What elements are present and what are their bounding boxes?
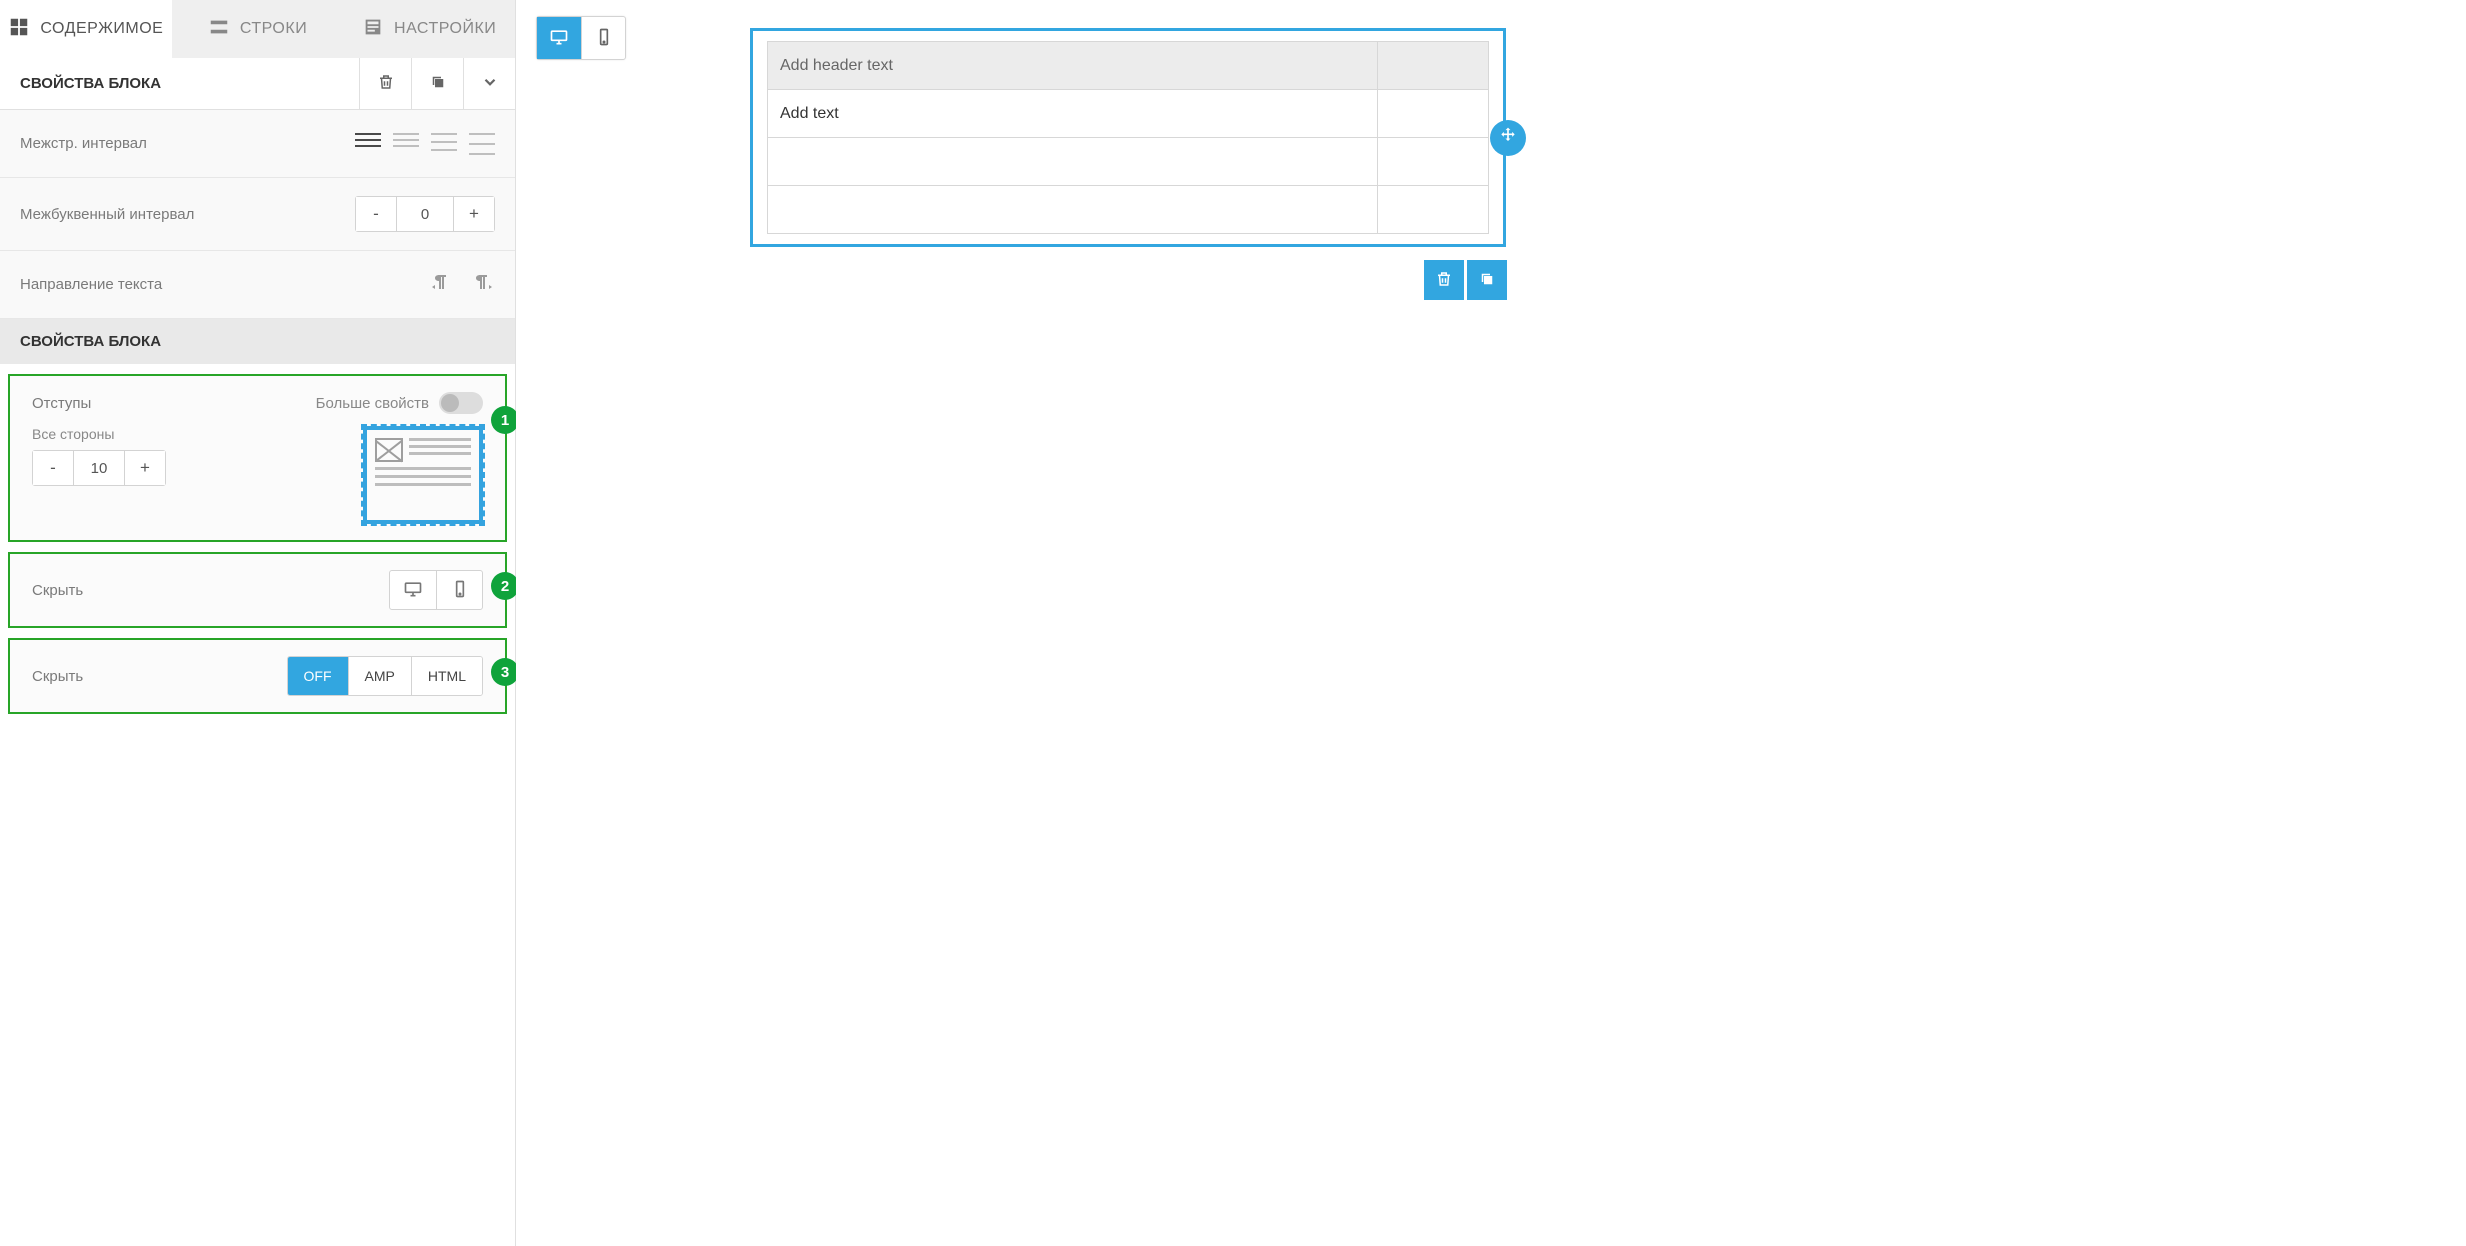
collapse-button[interactable] — [463, 58, 515, 110]
table-cell[interactable]: Add text — [768, 90, 1378, 138]
direction-rtl-button[interactable] — [429, 271, 453, 298]
mobile-icon — [594, 27, 614, 50]
sidebar-tabs: СОДЕРЖИМОЕ СТРОКИ НАСТРОЙКИ — [0, 0, 515, 58]
more-props-toggle[interactable] — [439, 392, 483, 414]
block-props-header: СВОЙСТВА БЛОКА — [0, 58, 515, 110]
rows-icon — [208, 16, 230, 43]
line-spacing-tight[interactable] — [355, 133, 381, 147]
selected-block[interactable]: Add header text Add text — [750, 28, 1506, 247]
tab-settings[interactable]: НАСТРОЙКИ — [343, 0, 515, 58]
letter-spacing-plus[interactable]: + — [454, 197, 494, 231]
mobile-icon — [450, 579, 470, 602]
block-duplicate-button[interactable] — [1467, 260, 1507, 300]
padding-minus[interactable]: - — [33, 451, 73, 485]
table-row — [768, 186, 1489, 234]
hide-format-highlight-box: 3 Скрыть OFF AMP HTML — [8, 638, 507, 714]
editor-canvas: Add header text Add text — [516, 0, 2466, 1246]
table-header-cell[interactable]: Add header text — [768, 42, 1378, 90]
pilcrow-rtl-icon — [429, 282, 453, 298]
letter-spacing-value[interactable]: 0 — [396, 197, 454, 231]
tab-content-label: СОДЕРЖИМОЕ — [40, 20, 163, 38]
move-icon — [1498, 126, 1518, 149]
annotation-badge-2: 2 — [491, 572, 519, 600]
line-spacing-label: Межстр. интервал — [20, 135, 147, 152]
move-handle[interactable] — [1490, 120, 1526, 156]
padding-preview-stamp — [363, 426, 483, 524]
preview-desktop[interactable] — [537, 17, 581, 59]
pilcrow-ltr-icon — [471, 282, 495, 298]
trash-icon — [377, 73, 395, 94]
line-spacing-loose[interactable] — [431, 133, 457, 151]
table-cell[interactable] — [768, 138, 1378, 186]
copy-icon — [429, 73, 447, 94]
annotation-badge-3: 3 — [491, 658, 519, 686]
padding-value[interactable]: 10 — [73, 451, 125, 485]
block-props-title: СВОЙСТВА БЛОКА — [0, 75, 359, 92]
hide-device-buttons — [389, 570, 483, 610]
tab-rows[interactable]: СТРОКИ — [172, 0, 344, 58]
hide-format-segmented: OFF AMP HTML — [287, 656, 483, 696]
padding-label: Отступы — [32, 395, 91, 412]
letter-spacing-minus[interactable]: - — [356, 197, 396, 231]
table-row: Add text — [768, 90, 1489, 138]
selection-outline: Add header text Add text — [750, 28, 1506, 247]
form-icon — [362, 16, 384, 43]
more-props-label: Больше свойств — [316, 395, 429, 412]
hide-format-amp[interactable]: AMP — [348, 657, 411, 695]
tab-settings-label: НАСТРОЙКИ — [394, 20, 496, 38]
preview-table[interactable]: Add header text Add text — [767, 41, 1489, 234]
tab-rows-label: СТРОКИ — [240, 20, 307, 38]
direction-ltr-button[interactable] — [471, 271, 495, 298]
padding-plus[interactable]: + — [125, 451, 165, 485]
line-spacing-xloose[interactable] — [469, 133, 495, 155]
block-props-subheader: СВОЙСТВА БЛОКА — [0, 319, 515, 364]
copy-icon — [1478, 270, 1496, 291]
padding-stepper: - 10 + — [32, 450, 166, 486]
text-direction-label: Направление текста — [20, 276, 162, 293]
table-header-cell[interactable] — [1378, 42, 1489, 90]
text-direction-options — [429, 271, 495, 298]
annotation-badge-1: 1 — [491, 406, 519, 434]
padding-highlight-box: 1 Отступы Больше свойств Все стороны - 1… — [8, 374, 507, 542]
table-row — [768, 138, 1489, 186]
text-direction-row: Направление текста — [0, 251, 515, 319]
block-action-buttons — [1424, 260, 1507, 300]
chevron-down-icon — [481, 73, 499, 94]
hide-device-label: Скрыть — [32, 582, 83, 599]
trash-icon — [1435, 270, 1453, 291]
line-spacing-row: Межстр. интервал — [0, 110, 515, 178]
table-cell[interactable] — [768, 186, 1378, 234]
properties-sidebar: СОДЕРЖИМОЕ СТРОКИ НАСТРОЙКИ СВОЙСТВА БЛО… — [0, 0, 516, 1246]
delete-button[interactable] — [359, 58, 411, 110]
line-spacing-options — [355, 133, 495, 155]
tab-content[interactable]: СОДЕРЖИМОЕ — [0, 0, 172, 58]
hide-format-html[interactable]: HTML — [411, 657, 482, 695]
line-spacing-normal[interactable] — [393, 133, 419, 147]
all-sides-label: Все стороны — [32, 426, 166, 442]
duplicate-button[interactable] — [411, 58, 463, 110]
table-row: Add header text — [768, 42, 1489, 90]
table-cell[interactable] — [1378, 90, 1489, 138]
image-placeholder-icon — [375, 438, 403, 462]
letter-spacing-label: Межбуквенный интервал — [20, 206, 194, 223]
hide-format-off[interactable]: OFF — [288, 657, 348, 695]
grid-icon — [8, 16, 30, 43]
letter-spacing-stepper: - 0 + — [355, 196, 495, 232]
desktop-icon — [403, 579, 423, 602]
table-cell[interactable] — [1378, 186, 1489, 234]
device-preview-switch — [536, 16, 626, 60]
block-delete-button[interactable] — [1424, 260, 1464, 300]
desktop-icon — [549, 27, 569, 50]
hide-format-label: Скрыть — [32, 668, 83, 685]
hide-desktop-button[interactable] — [390, 571, 436, 609]
hide-device-highlight-box: 2 Скрыть — [8, 552, 507, 628]
letter-spacing-row: Межбуквенный интервал - 0 + — [0, 178, 515, 251]
hide-mobile-button[interactable] — [436, 571, 482, 609]
table-cell[interactable] — [1378, 138, 1489, 186]
preview-mobile[interactable] — [581, 17, 625, 59]
